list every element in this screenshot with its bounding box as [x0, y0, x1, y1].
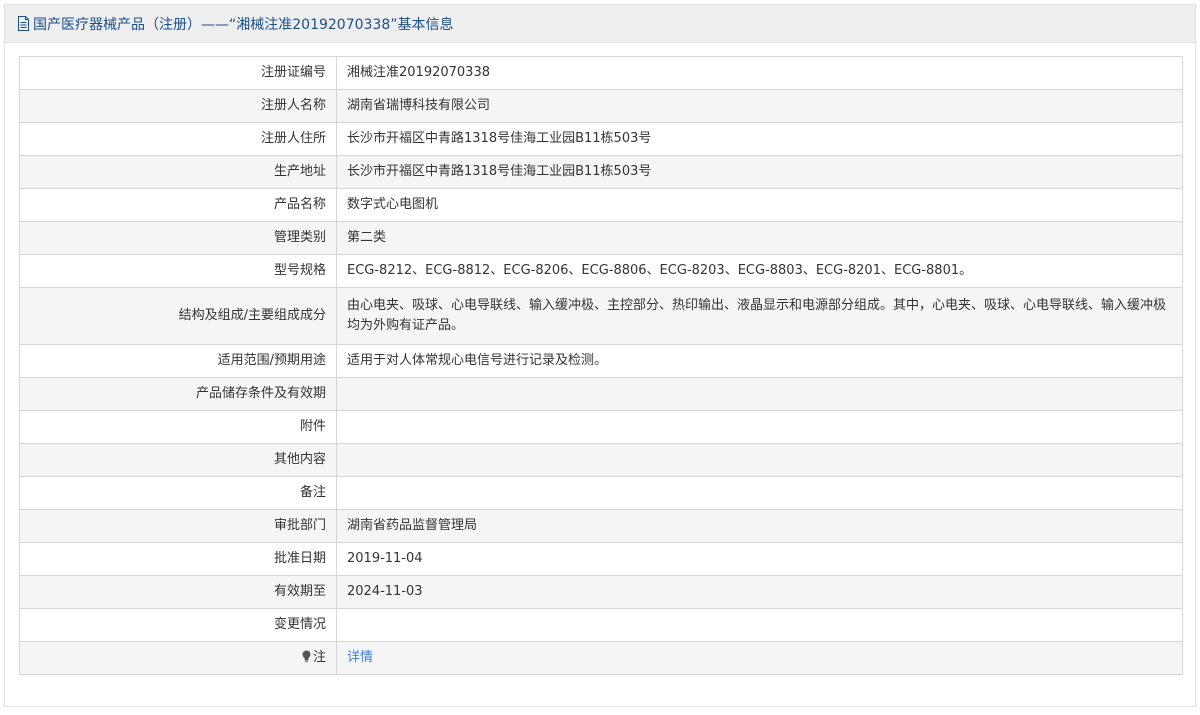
table-row: 变更情况: [19, 608, 1183, 642]
table-row: 管理类别 第二类: [19, 221, 1183, 255]
note-label-cell: 注: [19, 641, 337, 675]
row-label: 产品储存条件及有效期: [19, 377, 337, 411]
row-label: 注册人住所: [19, 122, 337, 156]
row-value: 2024-11-03: [336, 575, 1183, 609]
table-row: 产品名称 数字式心电图机: [19, 188, 1183, 222]
page-title: 国产医疗器械产品（注册）——“湘械注准20192070338”基本信息: [33, 16, 454, 33]
row-value: 2019-11-04: [336, 542, 1183, 576]
table-row: 注册证编号 湘械注准20192070338: [19, 56, 1183, 90]
row-value: [336, 608, 1183, 642]
note-value-cell: 详情: [336, 641, 1183, 675]
document-icon: [17, 16, 30, 31]
row-label: 注册证编号: [19, 56, 337, 90]
row-label: 审批部门: [19, 509, 337, 543]
row-value: [336, 476, 1183, 510]
row-value: 长沙市开福区中青路1318号佳海工业园B11栋503号: [336, 122, 1183, 156]
details-link[interactable]: 详情: [347, 650, 373, 665]
row-value: 由心电夹、吸球、心电导联线、输入缓冲极、主控部分、热印输出、液晶显示和电源部分组…: [336, 287, 1183, 345]
table-row: 附件: [19, 410, 1183, 444]
row-label: 适用范围/预期用途: [19, 344, 337, 378]
table-row: 注册人住所 长沙市开福区中青路1318号佳海工业园B11栋503号: [19, 122, 1183, 156]
table-row: 产品储存条件及有效期: [19, 377, 1183, 411]
row-value: 湖南省药品监督管理局: [336, 509, 1183, 543]
table-row: 审批部门 湖南省药品监督管理局: [19, 509, 1183, 543]
info-panel: 国产医疗器械产品（注册）——“湘械注准20192070338”基本信息 注册证编…: [4, 4, 1196, 707]
table-row: 备注: [19, 476, 1183, 510]
panel-header: 国产医疗器械产品（注册）——“湘械注准20192070338”基本信息: [5, 5, 1195, 43]
table-row: 其他内容: [19, 443, 1183, 477]
table-row: 结构及组成/主要组成成分 由心电夹、吸球、心电导联线、输入缓冲极、主控部分、热印…: [19, 287, 1183, 345]
row-label: 结构及组成/主要组成成分: [19, 287, 337, 345]
row-value: [336, 410, 1183, 444]
table-row: 型号规格 ECG-8212、ECG-8812、ECG-8206、ECG-8806…: [19, 254, 1183, 288]
row-value: ECG-8212、ECG-8812、ECG-8206、ECG-8806、ECG-…: [336, 254, 1183, 288]
table-row: 有效期至 2024-11-03: [19, 575, 1183, 609]
row-value: 湖南省瑞博科技有限公司: [336, 89, 1183, 123]
row-label: 管理类别: [19, 221, 337, 255]
row-label: 批准日期: [19, 542, 337, 576]
info-table: 注册证编号 湘械注准20192070338 注册人名称 湖南省瑞博科技有限公司 …: [19, 56, 1183, 675]
table-row: 批准日期 2019-11-04: [19, 542, 1183, 576]
row-label: 附件: [19, 410, 337, 444]
row-label: 有效期至: [19, 575, 337, 609]
row-value: [336, 377, 1183, 411]
table-row: 注册人名称 湖南省瑞博科技有限公司: [19, 89, 1183, 123]
table-row: 生产地址 长沙市开福区中青路1318号佳海工业园B11栋503号: [19, 155, 1183, 189]
row-value: 适用于对人体常规心电信号进行记录及检测。: [336, 344, 1183, 378]
row-label: 备注: [19, 476, 337, 510]
row-value: 第二类: [336, 221, 1183, 255]
row-label: 产品名称: [19, 188, 337, 222]
row-label: 变更情况: [19, 608, 337, 642]
bulb-icon: [302, 649, 311, 669]
row-value: 长沙市开福区中青路1318号佳海工业园B11栋503号: [336, 155, 1183, 189]
row-value: 数字式心电图机: [336, 188, 1183, 222]
row-label: 其他内容: [19, 443, 337, 477]
note-row: 注 详情: [19, 641, 1183, 675]
row-label: 生产地址: [19, 155, 337, 189]
note-label: 注: [312, 649, 326, 665]
table-row: 适用范围/预期用途 适用于对人体常规心电信号进行记录及检测。: [19, 344, 1183, 378]
row-value: 湘械注准20192070338: [336, 56, 1183, 90]
row-label: 型号规格: [19, 254, 337, 288]
row-label: 注册人名称: [19, 89, 337, 123]
row-value: [336, 443, 1183, 477]
